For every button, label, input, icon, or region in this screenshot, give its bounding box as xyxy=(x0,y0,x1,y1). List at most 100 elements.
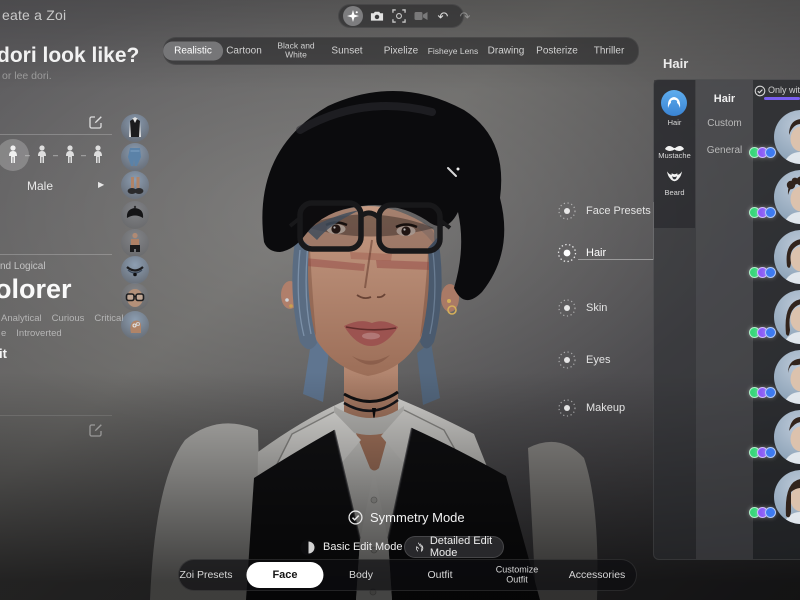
symmetry-mode-toggle[interactable]: Symmetry Mode xyxy=(348,510,465,525)
render-filter-bar: Realistic Cartoon Black and White Sunset… xyxy=(163,37,639,65)
hair-color-swatches[interactable] xyxy=(752,207,776,218)
rail-hair-label: Hair xyxy=(654,118,695,127)
equipped-beret-thumb[interactable] xyxy=(121,201,149,229)
character-creator-screen: eate a Zoi dori look like? or lee dori. … xyxy=(0,0,800,600)
filter-tab-sunset[interactable]: Sunset xyxy=(331,46,362,57)
basic-edit-mode-label: Basic Edit Mode xyxy=(323,541,402,553)
category-label: Skin xyxy=(586,302,607,314)
hair-color-swatches[interactable] xyxy=(752,327,776,338)
submenu-item-general[interactable]: General xyxy=(696,145,753,156)
page-title: eate a Zoi xyxy=(2,7,66,23)
edit-profile-icon[interactable] xyxy=(88,114,104,130)
age-dash: – xyxy=(25,150,30,160)
face-scan-icon[interactable] xyxy=(391,8,407,24)
radial-icon xyxy=(556,349,578,371)
radial-icon-selected xyxy=(556,242,578,264)
trait-tag: e xyxy=(1,328,6,339)
tab-customize-outfit[interactable]: Customize Outfit xyxy=(486,565,548,586)
filter-tab-fisheye-lens[interactable]: Fisheye Lens xyxy=(428,46,479,56)
submenu-header: Hair xyxy=(696,93,753,105)
check-circle-icon xyxy=(348,510,363,525)
hair-connector-line xyxy=(578,259,653,260)
tab-face[interactable]: Face xyxy=(246,562,323,588)
detailed-edit-mode-button[interactable]: Detailed Edit Mode xyxy=(404,536,504,558)
equipped-jeans-thumb[interactable] xyxy=(121,143,149,171)
filter-tab-pixelize[interactable]: Pixelize xyxy=(384,46,418,57)
equipped-bottoms-thumb[interactable] xyxy=(121,229,149,257)
filter-tab-cartoon[interactable]: Cartoon xyxy=(226,46,262,57)
view-toolbar: ↶ ↷ xyxy=(338,4,464,28)
filter-tab-posterize[interactable]: Posterize xyxy=(536,46,578,57)
equipped-glasses-thumb[interactable] xyxy=(121,283,149,311)
tab-zoi-presets[interactable]: Zoi Presets xyxy=(179,569,232,581)
creator-question: dori look like? xyxy=(0,44,139,68)
personality-headline: olorer xyxy=(0,274,72,305)
category-makeup[interactable]: Makeup xyxy=(556,397,625,419)
undo-icon[interactable]: ↶ xyxy=(435,8,451,24)
divider xyxy=(0,415,112,416)
redo-icon[interactable]: ↷ xyxy=(457,8,473,24)
rail-hair-icon[interactable] xyxy=(661,90,687,116)
edit-button-fragment[interactable]: it xyxy=(0,346,7,361)
category-label: Face Presets xyxy=(586,205,651,217)
radial-icon xyxy=(556,297,578,319)
tab-body[interactable]: Body xyxy=(349,569,373,581)
age-stage-icon-2[interactable] xyxy=(35,145,49,169)
trait-tag: Analytical xyxy=(1,313,42,324)
category-hair[interactable]: Hair xyxy=(556,242,606,264)
trait-tag: Curious xyxy=(52,313,85,324)
age-dash: – xyxy=(81,150,86,160)
hair-color-swatches[interactable] xyxy=(752,267,776,278)
trait-tag: Critical xyxy=(94,313,123,324)
tab-accessories[interactable]: Accessories xyxy=(569,569,626,581)
age-dash: – xyxy=(53,150,58,160)
divider xyxy=(0,254,112,255)
category-eyes[interactable]: Eyes xyxy=(556,349,610,371)
hand-mode-icon xyxy=(415,540,424,554)
hair-color-swatches[interactable] xyxy=(752,147,776,158)
equipped-rings-thumb[interactable] xyxy=(121,311,149,339)
radial-icon xyxy=(556,200,578,222)
hair-color-swatches[interactable] xyxy=(752,447,776,458)
symmetry-mode-label: Symmetry Mode xyxy=(370,510,465,525)
filter-tab-drawing[interactable]: Drawing xyxy=(488,46,525,57)
category-skin[interactable]: Skin xyxy=(556,297,607,319)
trait-tags-row1: Analytical Curious Critical xyxy=(1,313,123,324)
radial-icon xyxy=(556,397,578,419)
rail-beard-icon[interactable] xyxy=(666,170,683,190)
basic-edit-mode-button[interactable]: Basic Edit Mode xyxy=(300,536,402,558)
equipped-choker-thumb[interactable] xyxy=(121,256,149,284)
trait-line: nd Logical xyxy=(0,261,46,272)
age-stage-icon-3[interactable] xyxy=(63,145,77,169)
gender-next-arrow[interactable]: ▶ xyxy=(98,180,104,189)
age-stage-icon-4[interactable] xyxy=(91,145,105,169)
camera-icon[interactable] xyxy=(369,8,385,24)
only-with-label: Only with xyxy=(768,85,800,95)
equipped-shoes-thumb[interactable] xyxy=(121,171,149,199)
filter-tab-thriller[interactable]: Thriller xyxy=(594,46,625,57)
filter-tab-realistic[interactable]: Realistic xyxy=(163,42,223,61)
edit-notes-icon[interactable] xyxy=(88,422,104,438)
hair-color-swatches[interactable] xyxy=(752,507,776,518)
submenu-item-custom[interactable]: Custom xyxy=(696,118,753,129)
video-icon[interactable] xyxy=(413,8,429,24)
face-mode-icon xyxy=(300,539,317,556)
trait-tags-row2: e Introverted xyxy=(1,328,62,339)
trait-tag: Introverted xyxy=(16,328,61,339)
rail-beard-label: Beard xyxy=(654,188,695,197)
rail-mustache-label: Mustache xyxy=(654,151,695,160)
creator-subtitle: or lee dori. xyxy=(2,70,52,82)
hair-color-swatches[interactable] xyxy=(752,387,776,398)
age-stage-icon-1[interactable] xyxy=(6,145,20,169)
category-label: Eyes xyxy=(586,354,610,366)
divider xyxy=(0,134,112,135)
category-label: Hair xyxy=(586,247,606,259)
hair-panel-title: Hair xyxy=(663,56,688,71)
tab-outfit[interactable]: Outfit xyxy=(427,569,452,581)
gender-label: Male xyxy=(27,179,53,193)
selected-accent-bar xyxy=(764,97,800,100)
filter-tab-black-white[interactable]: Black and White xyxy=(267,42,325,61)
equipped-vest-thumb[interactable] xyxy=(121,114,149,142)
sparkles-icon[interactable] xyxy=(343,6,363,26)
category-face-presets[interactable]: Face Presets xyxy=(556,200,651,222)
